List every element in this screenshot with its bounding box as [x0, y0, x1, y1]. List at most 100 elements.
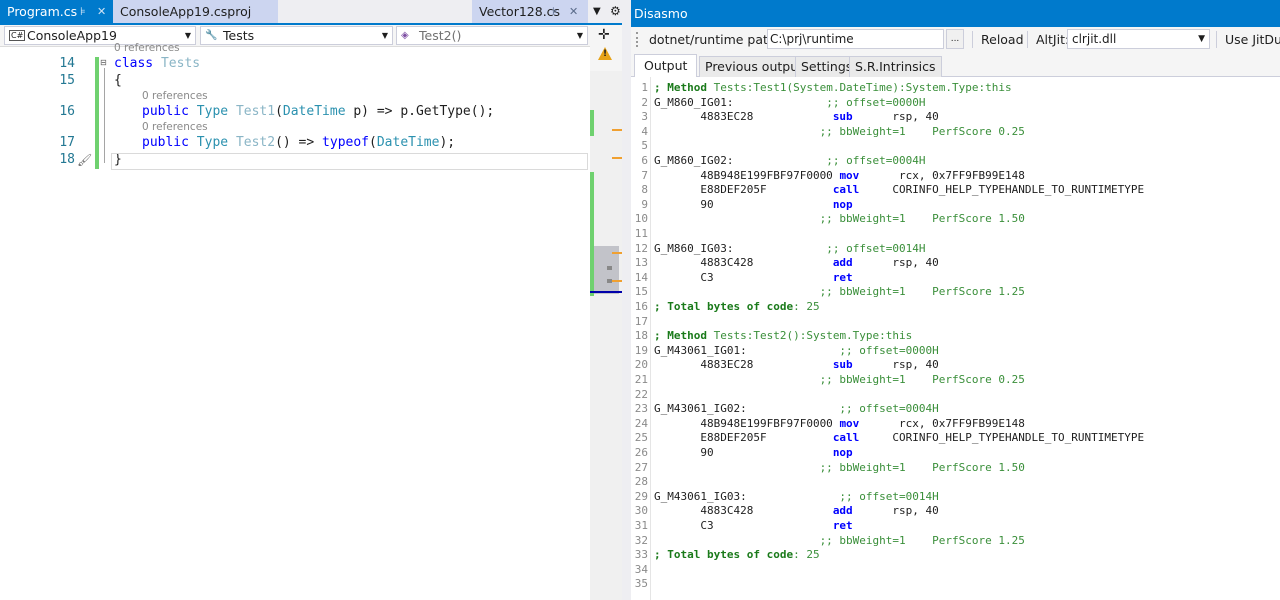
asm-line-number: 6 [641, 154, 648, 167]
asm-line-number: 11 [634, 227, 648, 240]
asm-line: C3 ret [654, 271, 852, 284]
tab-previous-output[interactable]: Previous output [699, 56, 810, 77]
asm-line: 4883EC28 sub rsp, 40 [654, 358, 938, 371]
asm-line-number: 20 [634, 358, 648, 371]
asm-token: ;; offset=0000H [733, 96, 926, 109]
asm-token: C3 [654, 519, 833, 532]
code-lens-references[interactable]: 0 references [142, 121, 208, 133]
asm-token: 90 [654, 446, 833, 459]
tab-program-cs[interactable]: Program.cs ⊧ ✕ [0, 0, 113, 23]
asm-token: mov [839, 417, 860, 430]
line-number: 14 [59, 56, 75, 71]
asm-line: ;; bbWeight=1 PerfScore 1.25 [654, 285, 1025, 298]
line-number: 17 [59, 135, 75, 150]
close-icon[interactable]: ✕ [569, 0, 578, 23]
asm-line-number: 9 [641, 198, 648, 211]
asm-token: 4883C428 [654, 504, 833, 517]
code-line-15: { [114, 73, 122, 88]
caret-position-marker [590, 291, 622, 293]
asm-line-number: 33 [634, 548, 648, 561]
asm-line: C3 ret [654, 519, 852, 532]
browse-button[interactable]: ... [946, 29, 964, 49]
fold-collapse-icon[interactable]: ⊟ [100, 58, 111, 67]
asm-token: mov [839, 169, 860, 182]
disasmo-toolbar: dotnet/runtime path: C:\prj\runtime ... … [631, 27, 1280, 52]
asm-token: ; Method [654, 81, 714, 94]
asm-line: ;; bbWeight=1 PerfScore 0.25 [654, 125, 1025, 138]
code-text-area[interactable]: 14 15 16 17 18 0 references 0 references… [0, 42, 590, 600]
runtime-path-input[interactable]: C:\prj\runtime [767, 29, 944, 49]
warning-marker [612, 157, 622, 159]
asm-token: C3 [654, 271, 833, 284]
code-lens-references[interactable]: 0 references [114, 42, 180, 54]
altjit-select[interactable]: clrjit.dll ▼ [1067, 29, 1210, 49]
asm-token: CORINFO_HELP_TYPEHANDLE_TO_RUNTIMETYPE [859, 183, 1145, 196]
quick-action-brush-icon[interactable]: 🖌 [77, 153, 92, 167]
asm-line-number: 14 [634, 271, 648, 284]
asm-line: 48B948E199FBF97F0000 mov rcx, 0x7FF9FB99… [654, 417, 1025, 430]
disassembly-output[interactable]: 1 ; Method Tests:Test1(System.DateTime):S… [631, 77, 1280, 600]
asm-token: ;; bbWeight=1 PerfScore 1.50 [654, 461, 1025, 474]
tab-sr-intrinsics[interactable]: S.R.Intrinsics [849, 56, 942, 77]
toolbar-grip[interactable] [636, 32, 638, 47]
reload-button[interactable]: Reload [981, 32, 1024, 47]
asm-line: ; Total bytes of code: 25 [654, 548, 820, 561]
document-tab-strip: Program.cs ⊧ ✕ ConsoleApp19.csproj Vecto… [0, 0, 622, 25]
vertical-scrollbar[interactable] [590, 71, 622, 600]
code-lens-references[interactable]: 0 references [142, 90, 208, 102]
asm-line: ; Total bytes of code: 25 [654, 300, 820, 313]
asm-token: call [832, 183, 860, 196]
altjit-value: clrjit.dll [1072, 32, 1117, 46]
scroll-marker [607, 279, 612, 283]
asm-token: call [832, 431, 860, 444]
code-editor-pane: Program.cs ⊧ ✕ ConsoleApp19.csproj Vecto… [0, 0, 622, 600]
chevron-down-icon: ▼ [1198, 34, 1205, 44]
asm-token: Tests:Test1(System.DateTime):System.Type… [713, 81, 1012, 94]
class-dropdown[interactable]: 🔧 Tests ▼ [200, 26, 393, 45]
asm-line: ;; bbWeight=1 PerfScore 1.25 [654, 534, 1025, 547]
asm-token: G_M860_IG01: [654, 96, 734, 109]
member-name: Test2() [419, 28, 462, 43]
pane-splitter[interactable] [622, 0, 631, 600]
asm-line-number: 32 [634, 534, 648, 547]
asm-token: 48B948E199FBF97F0000 [654, 417, 840, 430]
output-tab-strip: Output Previous output Settings S.R.Intr… [631, 52, 1280, 78]
pin-icon[interactable]: ⊧ [552, 0, 558, 23]
toolbar-separator [1027, 31, 1028, 48]
asm-line: ;; bbWeight=1 PerfScore 1.50 [654, 212, 1025, 225]
asm-token: G_M43061_IG03: [654, 490, 747, 503]
close-icon[interactable]: ✕ [97, 0, 106, 23]
asm-line-number: 13 [634, 256, 648, 269]
settings-gear-icon[interactable]: ⚙ [610, 0, 621, 23]
runtime-path-label: dotnet/runtime path: [649, 32, 781, 47]
asm-token: rcx, 0x7FF9FB99E148 [859, 417, 1025, 430]
asm-line: ;; bbWeight=1 PerfScore 0.25 [654, 373, 1025, 386]
asm-line-number: 35 [634, 577, 648, 590]
tab-consoleapp19-csproj[interactable]: ConsoleApp19.csproj [113, 0, 278, 23]
asm-token: ;; offset=0014H [746, 490, 939, 503]
asm-token: nop [832, 198, 853, 211]
warning-icon[interactable]: ! [598, 47, 612, 60]
asm-token: ;; offset=0004H [746, 402, 939, 415]
asm-token: 90 [654, 198, 833, 211]
chevron-down-icon: ▼ [576, 31, 583, 40]
asm-line: 4883EC28 sub rsp, 40 [654, 110, 938, 123]
asm-line: ;; bbWeight=1 PerfScore 1.50 [654, 461, 1025, 474]
line-number: 16 [59, 104, 75, 119]
use-jitdump-toggle[interactable]: Use JitDum [1225, 32, 1280, 47]
asm-token: G_M43061_IG01: [654, 344, 747, 357]
split-view-icon[interactable]: ✛ [598, 27, 610, 43]
asm-token: ;; bbWeight=1 PerfScore 1.25 [654, 285, 1025, 298]
asm-line-number: 27 [634, 461, 648, 474]
pin-icon[interactable]: ⊧ [80, 0, 86, 23]
chevron-down-icon: ▼ [184, 31, 191, 40]
tab-output[interactable]: Output [634, 54, 698, 78]
asm-token: sub [832, 358, 853, 371]
tab-vector128-cs[interactable]: Vector128.cs ⊧ ✕ [472, 0, 588, 23]
scroll-marker [607, 266, 612, 270]
tab-overflow-icon[interactable]: ▼ [593, 0, 601, 23]
asm-token: 4883EC28 [654, 110, 833, 123]
asm-token: G_M860_IG03: [654, 242, 734, 255]
member-dropdown[interactable]: ◈ Test2() ▼ [396, 26, 588, 45]
asm-token: CORINFO_HELP_TYPEHANDLE_TO_RUNTIMETYPE [859, 431, 1145, 444]
